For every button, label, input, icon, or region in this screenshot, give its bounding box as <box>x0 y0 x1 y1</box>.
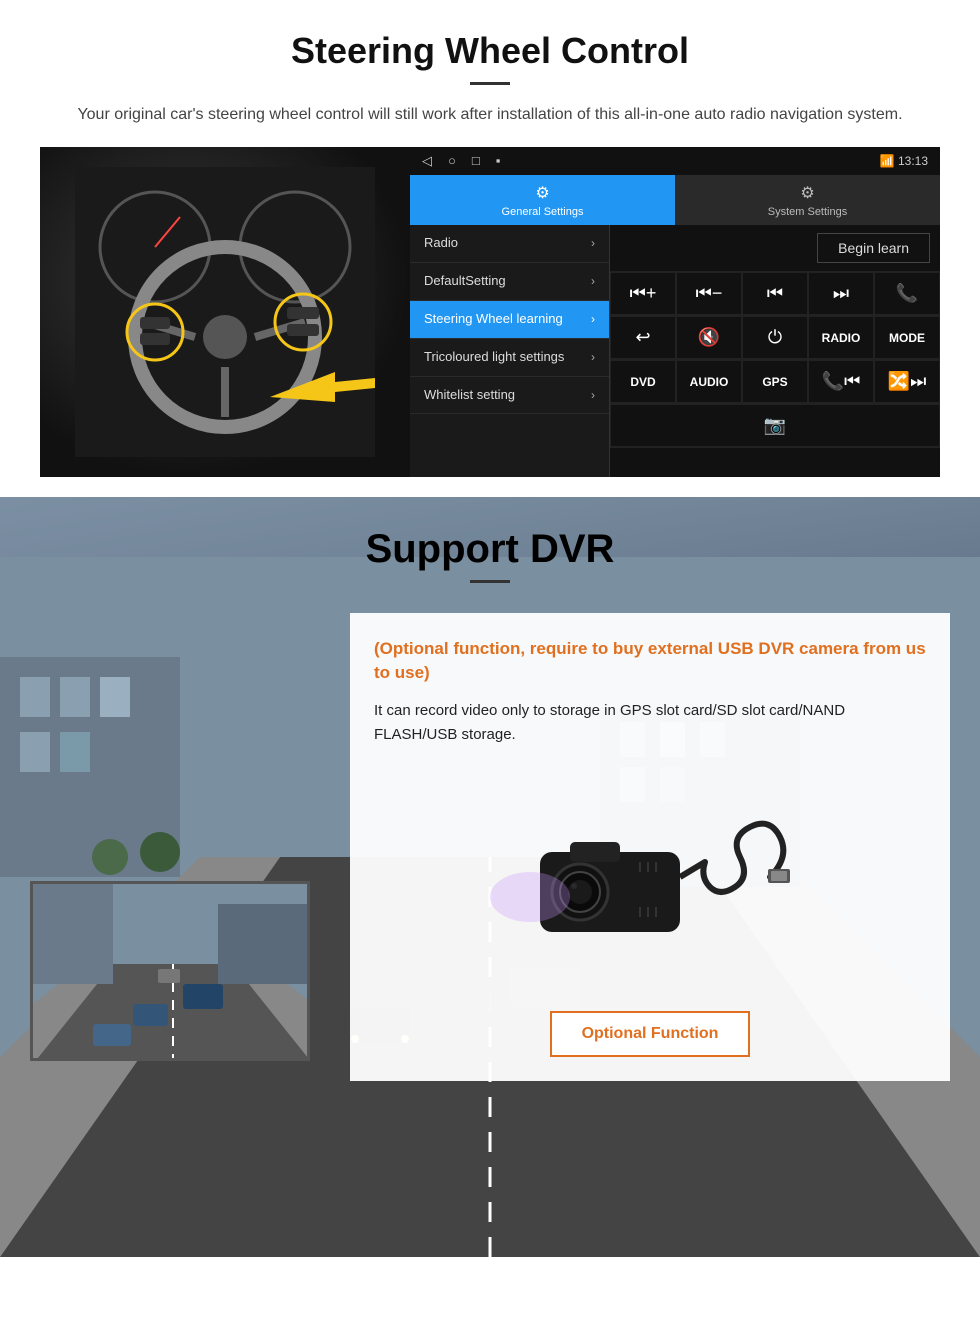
android-right-panel: Begin learn ⏮+ ⏮− ⏮ ⏭ 📞 ↩ 🔇 <box>610 225 940 477</box>
steering-section: Steering Wheel Control Your original car… <box>0 0 980 497</box>
dvr-desc-text: It can record video only to storage in G… <box>374 699 926 747</box>
menu-nav-icon[interactable]: ▪ <box>496 153 501 169</box>
control-grid: ⏮+ ⏮− ⏮ ⏭ 📞 ↩ 🔇 ⏻ RADIO MODE <box>610 272 940 477</box>
dvr-body: (Optional function, require to buy exter… <box>0 593 980 1101</box>
tab-general-settings[interactable]: ⚙ General Settings <box>410 175 675 225</box>
settings-tab-icon: ⚙ <box>535 183 549 203</box>
back-nav-icon[interactable]: ◁ <box>422 153 432 169</box>
ctrl-btn-audio[interactable]: AUDIO <box>676 360 742 403</box>
dvr-optional-text: (Optional function, require to buy exter… <box>374 637 926 685</box>
ctrl-btn-dvd[interactable]: DVD <box>610 360 676 403</box>
ctrl-btn-mode[interactable]: MODE <box>874 316 940 359</box>
begin-learn-button[interactable]: Begin learn <box>817 233 930 263</box>
ctrl-btn-mute[interactable]: 🔇 <box>676 316 742 359</box>
ctrl-btn-vol-minus[interactable]: ⏮− <box>676 272 742 315</box>
menu-item-whitelist-label: Whitelist setting <box>424 387 515 404</box>
dvr-title-block: Support DVR <box>0 497 980 593</box>
menu-chevron-steering: › <box>591 312 595 326</box>
steering-demo-area: ◁ ○ □ ▪ 📶 13:13 ⚙ General Settings ⚙ <box>40 147 940 477</box>
steering-wheel-svg <box>75 167 375 457</box>
android-content: Radio › DefaultSetting › Steering Wheel … <box>410 225 940 477</box>
android-menu: Radio › DefaultSetting › Steering Wheel … <box>410 225 610 477</box>
ctrl-btn-power[interactable]: ⏻ <box>742 316 808 359</box>
menu-chevron-tricoloured: › <box>591 350 595 364</box>
steering-subtitle: Your original car's steering wheel contr… <box>60 103 920 127</box>
menu-item-steering-label: Steering Wheel learning <box>424 311 563 328</box>
ctrl-row-1: ⏮+ ⏮− ⏮ ⏭ 📞 <box>610 272 940 316</box>
system-tab-icon: ⚙ <box>800 183 814 203</box>
wifi-icon: 📶 <box>880 154 895 168</box>
dvr-section: Support DVR <box>0 497 980 1257</box>
home-nav-icon[interactable]: ○ <box>448 153 456 169</box>
tab-general-settings-label: General Settings <box>502 206 584 218</box>
menu-chevron-whitelist: › <box>591 388 595 402</box>
ctrl-row-2: ↩ 🔇 ⏻ RADIO MODE <box>610 316 940 360</box>
dvr-info-card: (Optional function, require to buy exter… <box>350 613 950 767</box>
ctrl-btn-radio[interactable]: RADIO <box>808 316 874 359</box>
menu-item-radio-label: Radio <box>424 235 458 252</box>
menu-item-default-label: DefaultSetting <box>424 273 506 290</box>
menu-item-tricoloured[interactable]: Tricoloured light settings › <box>410 339 609 377</box>
ctrl-btn-next[interactable]: ⏭ <box>808 272 874 315</box>
menu-chevron-radio: › <box>591 236 595 250</box>
status-time: 13:13 <box>898 154 928 168</box>
dvr-thumbnail <box>30 881 310 1061</box>
menu-chevron-default: › <box>591 274 595 288</box>
ctrl-btn-hang[interactable]: ↩ <box>610 316 676 359</box>
ctrl-btn-vol-plus[interactable]: ⏮+ <box>610 272 676 315</box>
ctrl-btn-camera[interactable]: 📷 <box>610 404 940 447</box>
ctrl-btn-phone[interactable]: 📞 <box>874 272 940 315</box>
begin-learn-row: Begin learn <box>610 225 940 272</box>
ctrl-btn-gps[interactable]: GPS <box>742 360 808 403</box>
tab-system-settings[interactable]: ⚙ System Settings <box>675 175 940 225</box>
optional-function-button[interactable]: Optional Function <box>550 1011 751 1057</box>
dvr-info-area: (Optional function, require to buy exter… <box>350 613 950 1081</box>
steering-photo-inner <box>40 147 410 477</box>
menu-item-steering-wheel[interactable]: Steering Wheel learning › <box>410 301 609 339</box>
ctrl-row-3: DVD AUDIO GPS 📞⏮ 🔀⏭ <box>610 360 940 404</box>
menu-item-tricoloured-label: Tricoloured light settings <box>424 349 564 366</box>
dvr-left-area <box>30 613 330 1081</box>
ctrl-btn-prev[interactable]: ⏮ <box>742 272 808 315</box>
tab-system-settings-label: System Settings <box>768 206 847 218</box>
ctrl-btn-shuffle-next[interactable]: 🔀⏭ <box>874 360 940 403</box>
android-status-bar: 📶 13:13 <box>880 154 928 168</box>
dvr-title: Support DVR <box>0 527 980 572</box>
menu-item-whitelist[interactable]: Whitelist setting › <box>410 377 609 415</box>
recents-nav-icon[interactable]: □ <box>472 153 480 169</box>
ctrl-btn-phone-prev[interactable]: 📞⏮ <box>808 360 874 403</box>
dvr-thumbnail-svg <box>33 884 310 1061</box>
steering-title: Steering Wheel Control <box>40 30 940 72</box>
dvr-camera-image <box>480 777 820 977</box>
ctrl-row-4: 📷 <box>610 404 940 448</box>
android-nav-icons: ◁ ○ □ ▪ <box>422 153 880 169</box>
android-topbar: ◁ ○ □ ▪ 📶 13:13 <box>410 147 940 175</box>
steering-photo <box>40 147 410 477</box>
menu-item-radio[interactable]: Radio › <box>410 225 609 263</box>
title-divider <box>470 82 510 85</box>
dvr-divider <box>470 580 510 583</box>
menu-item-defaultsetting[interactable]: DefaultSetting › <box>410 263 609 301</box>
android-tabs: ⚙ General Settings ⚙ System Settings <box>410 175 940 225</box>
dvr-bottom-card: Optional Function <box>350 1001 950 1081</box>
android-panel: ◁ ○ □ ▪ 📶 13:13 ⚙ General Settings ⚙ <box>410 147 940 477</box>
dvr-camera-svg <box>480 777 820 977</box>
dvr-camera-area <box>350 767 950 1001</box>
